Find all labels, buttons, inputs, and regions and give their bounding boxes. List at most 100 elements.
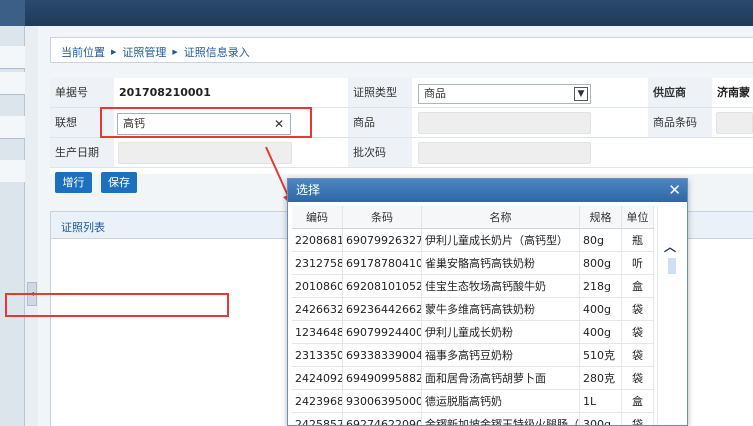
name-cell: 伊利儿童成长奶粉 bbox=[422, 321, 580, 343]
name-cell: 雀巢安骼高钙高铁奶粉 bbox=[422, 252, 580, 274]
column-header[interactable]: 编码 bbox=[292, 206, 343, 228]
sidebar-item[interactable] bbox=[0, 72, 25, 94]
sidebar-item[interactable] bbox=[0, 46, 25, 68]
code-cell: 2425857 bbox=[292, 413, 343, 425]
code-cell: 2313350 bbox=[292, 344, 343, 366]
barcode-cell: 6920810105266 bbox=[343, 275, 422, 297]
barcode-cell: 6917878041018 bbox=[343, 252, 422, 274]
breadcrumb-item[interactable]: 证照信息录入 bbox=[184, 44, 250, 60]
table-row[interactable]: 12346486907992440057伊利儿童成长奶粉400g袋 bbox=[292, 321, 654, 344]
breadcrumb-item[interactable]: 当前位置 bbox=[61, 44, 105, 60]
column-header[interactable]: 规格 bbox=[580, 206, 622, 228]
sidebar-divider bbox=[0, 138, 25, 139]
unit-cell: 瓶 bbox=[622, 229, 654, 251]
spec-cell: 300g bbox=[580, 413, 622, 425]
sidebar-divider bbox=[0, 94, 25, 95]
chevron-right-icon: ▶ bbox=[172, 48, 178, 56]
unit-cell: 袋 bbox=[622, 321, 654, 343]
supplier-value: 济南蒙 bbox=[712, 78, 753, 108]
supplier-label: 供应商 bbox=[648, 78, 712, 108]
barcode-cell: 6907992440057 bbox=[343, 321, 422, 343]
code-cell: 2423968 bbox=[292, 390, 343, 412]
code-cell: 1234648 bbox=[292, 321, 343, 343]
spec-cell: 1L bbox=[580, 390, 622, 412]
prod-date-label: 生产日期 bbox=[50, 138, 114, 168]
breadcrumb-item[interactable]: 证照管理 bbox=[122, 44, 166, 60]
unit-cell: 袋 bbox=[622, 298, 654, 320]
spec-cell: 400g bbox=[580, 298, 622, 320]
table-row[interactable]: 23127586917878041018雀巢安骼高钙高铁奶粉800g听 bbox=[292, 252, 654, 275]
doc-no-label: 单据号 bbox=[50, 78, 114, 108]
batch-field[interactable] bbox=[418, 142, 591, 164]
cert-type-value: 商品 bbox=[424, 87, 446, 100]
scrollbar-thumb[interactable] bbox=[668, 258, 676, 274]
chevron-up-icon[interactable]: ︿ bbox=[664, 238, 676, 255]
code-cell: 2312758 bbox=[292, 252, 343, 274]
table-row[interactable]: 20108606920810105266佳宝生态牧场高钙酸牛奶218g盒 bbox=[292, 275, 654, 298]
name-cell: 德运脱脂高钙奶 bbox=[422, 390, 580, 412]
sidebar-item[interactable] bbox=[0, 160, 25, 182]
doc-no-value: 201708210001 bbox=[114, 78, 348, 108]
spec-cell: 80g bbox=[580, 229, 622, 251]
barcode-cell: 6907992632766 bbox=[343, 229, 422, 251]
name-cell: 福事多高钙豆奶粉 bbox=[422, 344, 580, 366]
table-row[interactable]: 24240926949099588225面和居骨汤高钙胡萝卜面280克袋 bbox=[292, 367, 654, 390]
save-button[interactable]: 保存 bbox=[101, 172, 137, 193]
unit-cell: 袋 bbox=[622, 367, 654, 389]
grid-header: 编码 条码 名称 规格 单位 bbox=[292, 206, 654, 229]
table-row[interactable]: 23133506933833900466福事多高钙豆奶粉510克袋 bbox=[292, 344, 654, 367]
barcode-cell: 6923644266264 bbox=[343, 298, 422, 320]
code-cell: 2010860 bbox=[292, 275, 343, 297]
column-header[interactable]: 单位 bbox=[622, 206, 654, 228]
column-header[interactable]: 名称 bbox=[422, 206, 580, 228]
barcode-cell: 9300639500003 bbox=[343, 390, 422, 412]
product-label: 商品 bbox=[348, 108, 412, 138]
product-field[interactable] bbox=[418, 112, 591, 134]
prod-date-field[interactable] bbox=[118, 142, 292, 164]
unit-cell: 盒 bbox=[622, 390, 654, 412]
sidebar-item[interactable] bbox=[0, 116, 25, 138]
top-bar-tab[interactable] bbox=[0, 0, 25, 26]
cert-type-select[interactable]: 商品 ▼ bbox=[418, 84, 591, 104]
chevron-right-icon: ▶ bbox=[111, 48, 117, 56]
name-cell: 蒙牛多维高钙高铁奶粉 bbox=[422, 298, 580, 320]
dialog-title: 选择 bbox=[296, 183, 321, 197]
name-cell: 佳宝生态牧场高钙酸牛奶 bbox=[422, 275, 580, 297]
name-cell: 金锣新加坡金锣王特级火腿肠（高钙 bbox=[422, 413, 580, 425]
breadcrumb: 当前位置 ▶ 证照管理 ▶ 证照信息录入 bbox=[50, 37, 753, 63]
barcode-cell: 6949099588225 bbox=[343, 367, 422, 389]
batch-label: 批次码 bbox=[348, 138, 412, 168]
chevron-down-icon[interactable]: ▼ bbox=[574, 87, 588, 101]
unit-cell: 听 bbox=[622, 252, 654, 274]
spec-cell: 400g bbox=[580, 321, 622, 343]
product-barcode-label: 商品条码 bbox=[648, 108, 712, 138]
table-row[interactable]: 24266326923644266264蒙牛多维高钙高铁奶粉400g袋 bbox=[292, 298, 654, 321]
name-cell: 伊利儿童成长奶片（高钙型） bbox=[422, 229, 580, 251]
code-cell: 2426632 bbox=[292, 298, 343, 320]
add-row-button[interactable]: 增行 bbox=[55, 172, 92, 193]
name-cell: 面和居骨汤高钙胡萝卜面 bbox=[422, 367, 580, 389]
barcode-cell: 6927462209045 bbox=[343, 413, 422, 425]
sidebar bbox=[0, 26, 25, 426]
dialog-title-bar: 选择 ✕ bbox=[288, 179, 687, 202]
unit-cell: 袋 bbox=[622, 413, 654, 425]
table-row[interactable]: 24258576927462209045金锣新加坡金锣王特级火腿肠（高钙300g… bbox=[292, 413, 654, 425]
spec-cell: 800g bbox=[580, 252, 622, 274]
cert-type-label: 证照类型 bbox=[348, 78, 412, 108]
table-row[interactable]: 22086816907992632766伊利儿童成长奶片（高钙型）80g瓶 bbox=[292, 229, 654, 252]
grid-scrollbar[interactable]: ︿ bbox=[657, 206, 683, 425]
close-icon[interactable]: ✕ bbox=[668, 179, 681, 202]
spec-cell: 510克 bbox=[580, 344, 622, 366]
sidebar-divider bbox=[0, 68, 25, 69]
column-header[interactable]: 条码 bbox=[343, 206, 422, 228]
select-dialog: 选择 ✕ 编码 条码 名称 规格 单位 22086816907992632766… bbox=[287, 178, 688, 426]
table-row[interactable]: 24239689300639500003德运脱脂高钙奶1L盒 bbox=[292, 390, 654, 413]
product-barcode-field[interactable] bbox=[716, 112, 753, 134]
spec-cell: 280克 bbox=[580, 367, 622, 389]
unit-cell: 袋 bbox=[622, 344, 654, 366]
unit-cell: 盒 bbox=[622, 275, 654, 297]
code-cell: 2424092 bbox=[292, 367, 343, 389]
selected-row-highlight bbox=[5, 293, 229, 317]
spec-cell: 218g bbox=[580, 275, 622, 297]
cert-list-title: 证照列表 bbox=[61, 221, 105, 234]
